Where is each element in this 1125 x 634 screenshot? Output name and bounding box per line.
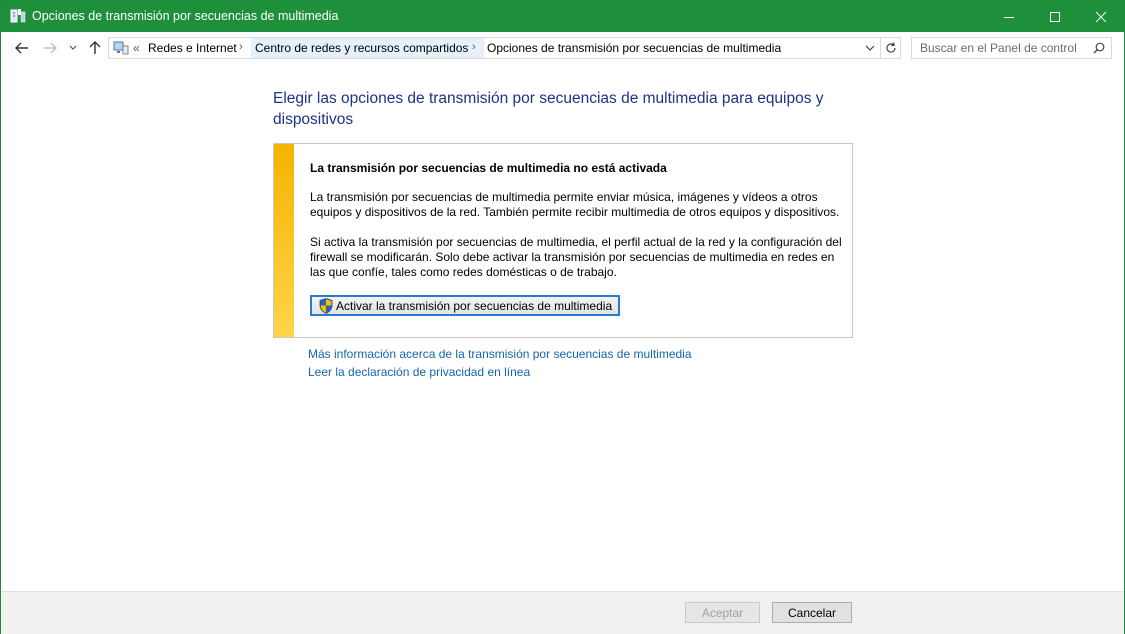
maximize-button[interactable] [1032,1,1078,32]
warning-strip [274,144,294,337]
minimize-icon [1004,16,1014,18]
breadcrumb-separator-icon[interactable]: › [239,41,243,53]
breadcrumb-separator-icon[interactable]: › [472,41,476,53]
navigation-bar: « Redes e Internet › Centro de redes y r… [1,32,1124,64]
activate-streaming-button[interactable]: Activar la transmisión por secuencias de… [310,295,620,316]
refresh-button[interactable] [881,37,901,59]
panel-warning-text: Si activa la transmisión por secuencias … [310,235,842,279]
footer-bar: Aceptar Cancelar [1,591,1124,634]
address-bar[interactable]: « Redes e Internet › Centro de redes y r… [108,37,881,59]
control-panel-icon [113,41,129,55]
recent-locations-button[interactable] [67,39,79,57]
chevron-down-icon[interactable] [864,42,876,54]
search-icon[interactable] [1093,42,1105,54]
status-panel: La transmisión por secuencias de multime… [273,143,853,338]
title-bar: Opciones de transmisión por secuencias d… [1,1,1124,32]
media-streaming-icon [10,9,26,23]
minimize-button[interactable] [986,1,1032,32]
back-button[interactable] [13,39,31,57]
arrow-left-icon [15,42,28,54]
panel-title: La transmisión por secuencias de multime… [310,161,667,175]
window: Opciones de transmisión por secuencias d… [0,0,1125,634]
close-button[interactable] [1078,1,1124,32]
panel-description: La transmisión por secuencias de multime… [310,190,840,219]
privacy-statement-link[interactable]: Leer la declaración de privacidad en lín… [308,365,530,379]
search-placeholder: Buscar en el Panel de control [920,41,1077,55]
search-input[interactable]: Buscar en el Panel de control [911,37,1112,59]
cancel-button[interactable]: Cancelar [772,602,852,623]
refresh-icon [885,42,896,53]
page-heading: Elegir las opciones de transmisión por s… [273,90,824,128]
accept-button[interactable]: Aceptar [685,602,760,623]
activate-streaming-label: Activar la transmisión por secuencias de… [336,298,613,313]
breadcrumb-redes-internet[interactable]: Redes e Internet [148,41,237,55]
maximize-icon [1050,11,1060,22]
breadcrumb-current[interactable]: Opciones de transmisión por secuencias d… [487,41,781,55]
breadcrumb-centro-redes[interactable]: Centro de redes y recursos compartidos [255,41,468,55]
arrow-up-icon [89,41,101,54]
forward-button[interactable] [41,39,59,57]
uac-shield-icon [319,297,333,314]
chevron-down-icon [69,45,77,50]
window-title: Opciones de transmisión por secuencias d… [32,9,339,23]
close-icon [1095,11,1107,22]
up-button[interactable] [86,39,104,57]
arrow-right-icon [44,42,57,54]
breadcrumb-overflow[interactable]: « [133,41,140,55]
more-info-link[interactable]: Más información acerca de la transmisión… [308,347,692,361]
